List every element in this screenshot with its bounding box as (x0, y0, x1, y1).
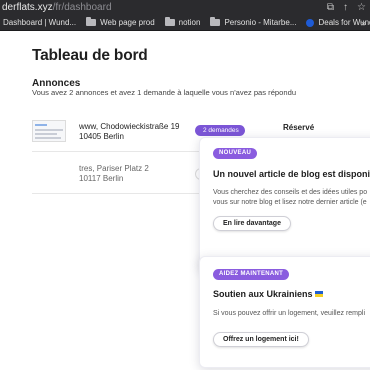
bookmark-folder-personio[interactable]: Personio - Mitarbe... (210, 17, 297, 27)
demand-count-badge[interactable]: 2 demandes (195, 125, 245, 136)
read-more-button[interactable]: En lire davantage (213, 216, 291, 231)
card-title: Un nouvel article de blog est disponible (213, 169, 370, 179)
new-badge: NOUVEAU (213, 148, 258, 159)
ukraine-flag-icon (314, 291, 323, 297)
address-bar[interactable]: derflats.xyz/fr/dashboard ⧉ ↑ ☆ (0, 0, 370, 15)
card-text: Si vous pouvez offrir un logement, veuil… (213, 310, 366, 317)
share-icon[interactable]: ↑ (343, 1, 348, 14)
offer-housing-button[interactable]: Offrez un logement ici! (213, 332, 309, 347)
folder-icon (86, 17, 97, 26)
card-text-line: vous sur notre blog et lisez notre derni… (213, 199, 367, 206)
bookmark-label: Web page prod (100, 18, 155, 27)
listing-thumbnail[interactable] (32, 120, 66, 142)
url-path: /fr/dashboard (52, 2, 112, 13)
translate-icon[interactable]: ⧉ (327, 1, 334, 14)
page-title: Tableau de bord (32, 47, 148, 64)
bookmark-dashboard[interactable]: Dashboard | Wund... (3, 18, 76, 27)
listing-city: 10117 Berlin (79, 174, 124, 183)
bookmark-label: Dashboard | Wund... (3, 18, 77, 27)
listing-street[interactable]: www, Chodowieckistraße 19 (79, 122, 179, 131)
blog-announcement-card: NOUVEAU Un nouvel article de blog est di… (199, 137, 370, 271)
dashboard-page: Tableau de bord Annonces Vous avez 2 ann… (0, 31, 370, 370)
listing-city: 10405 Berlin (79, 132, 124, 141)
bookmark-label: Personio - Mitarbe... (224, 18, 297, 27)
card-title: Soutien aux Ukrainiens (213, 289, 323, 299)
bookmark-folder-web-page-prod[interactable]: Web page prod (86, 17, 155, 27)
browser-toolbar-icons: ⧉ ↑ ☆ (327, 1, 366, 14)
bookmark-star-icon[interactable]: ☆ (357, 1, 366, 14)
card-title-text: Soutien aux Ukrainiens (213, 289, 313, 299)
url-host: derflats.xyz (2, 2, 53, 13)
ukraine-support-card: AIDEZ MAINTENANT Soutien aux Ukrainiens … (199, 256, 370, 368)
folder-icon (210, 17, 221, 26)
bookmark-label: notion (178, 18, 201, 27)
more-bookmarks-icon[interactable]: » (361, 15, 366, 30)
help-now-badge: AIDEZ MAINTENANT (213, 269, 290, 280)
bookmark-folder-notion[interactable]: notion (164, 17, 201, 27)
card-text: Vous cherchez des conseils et des idées … (213, 188, 367, 208)
site-favicon-icon (306, 18, 315, 27)
listing-street[interactable]: tres, Pariser Platz 2 (79, 164, 149, 173)
folder-icon (164, 17, 175, 26)
listing-status: Réservé (283, 123, 315, 132)
bookmarks-bar: Dashboard | Wund... Web page prod notion… (0, 15, 370, 31)
card-text-line: Vous cherchez des conseils et des idées … (213, 189, 368, 196)
annonces-summary: Vous avez 2 annonces et avez 1 demande à… (32, 88, 297, 97)
